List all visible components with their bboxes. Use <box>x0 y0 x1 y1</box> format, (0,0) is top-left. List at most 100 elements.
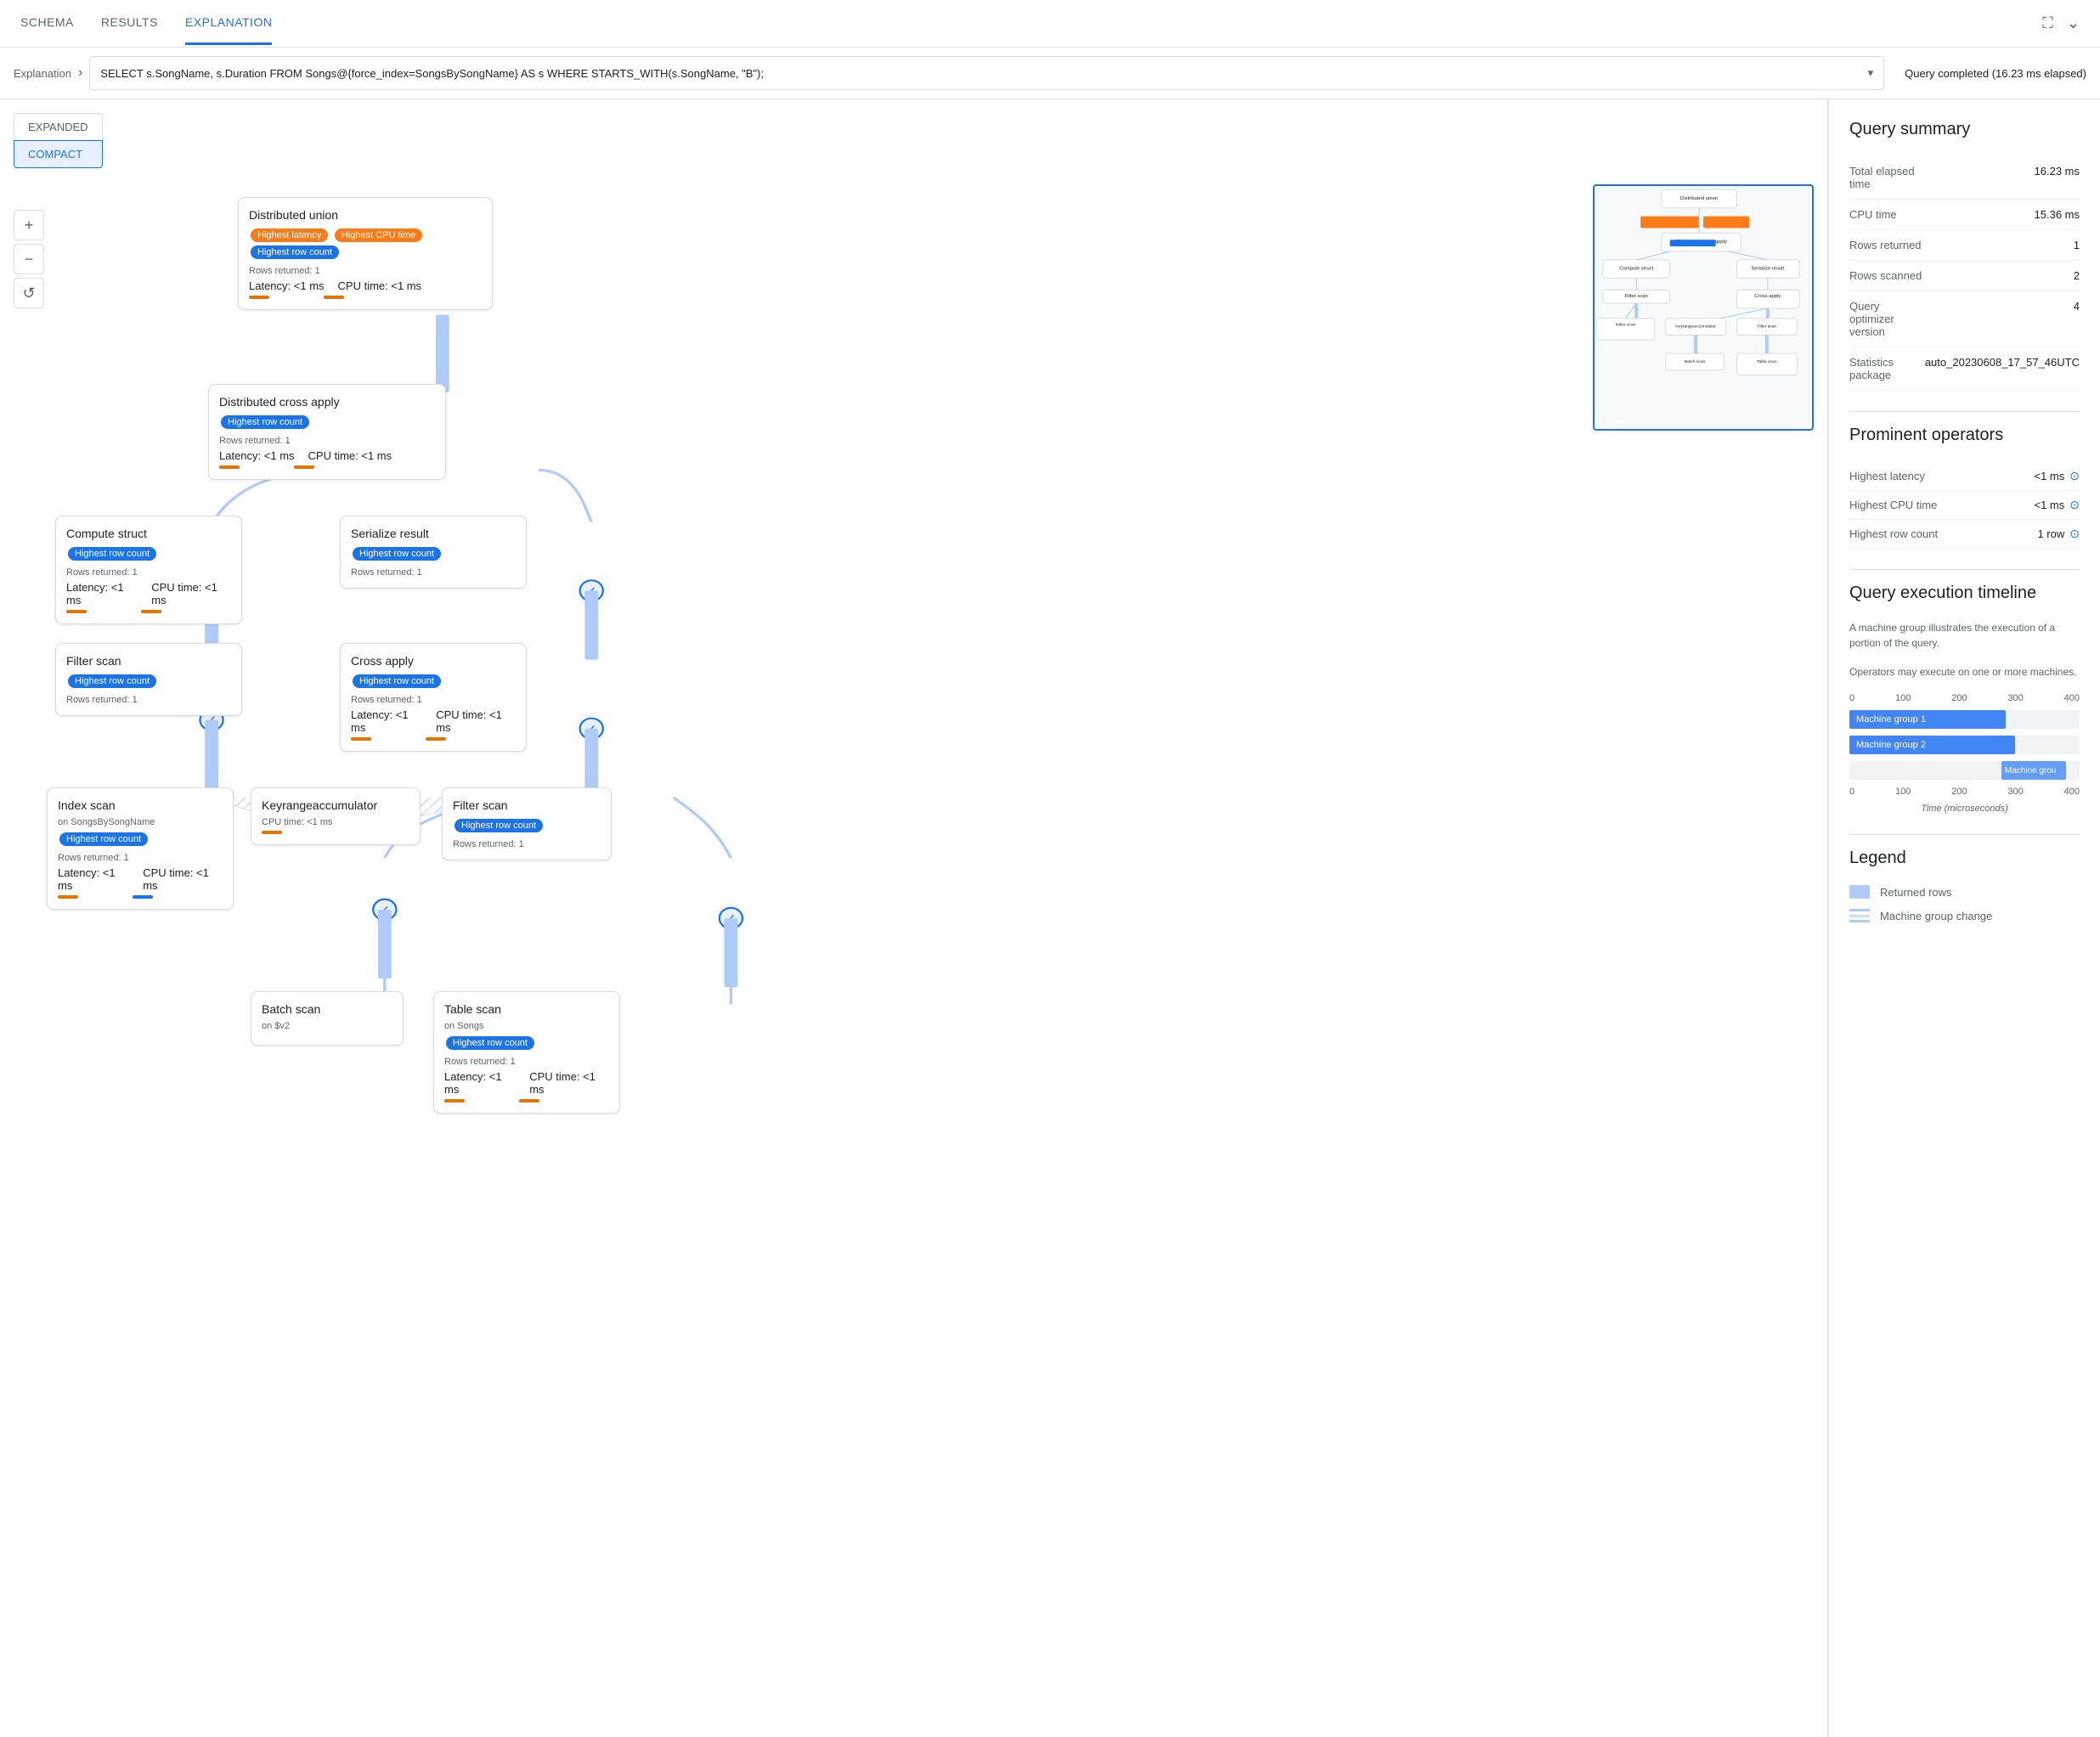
node-cpu: CPU time: <1 ms <box>262 817 409 827</box>
node-rows: Rows returned: 1 <box>351 567 516 578</box>
node-compute-struct[interactable]: Compute struct Highest row count Rows re… <box>55 516 242 624</box>
cpu-bar <box>519 1099 539 1103</box>
node-bars <box>444 1099 609 1103</box>
axis-200-bottom: 200 <box>1951 787 1967 797</box>
node-distributed-cross-apply[interactable]: Distributed cross apply Highest row coun… <box>208 384 446 480</box>
latency-label: Latency: <1 ms <box>249 279 325 292</box>
breadcrumb-arrow-icon: › <box>78 65 82 81</box>
minimap[interactable]: Distributed union Distributed cross appl… <box>1593 184 1814 431</box>
prominent-cpu-value: <1 ms <box>2035 499 2065 511</box>
node-filter-scan-2[interactable]: Filter scan Highest row count Rows retur… <box>442 787 612 860</box>
node-keyrangeaccumulator[interactable]: Keyrangeaccumulator CPU time: <1 ms <box>251 787 421 845</box>
svg-text:Filter scan: Filter scan <box>1625 294 1648 299</box>
legend-section: Legend Returned rows Machine group chang… <box>1849 849 2080 922</box>
summary-label: Statistics package <box>1849 347 1925 391</box>
node-distributed-union[interactable]: Distributed union Highest latency Highes… <box>238 197 493 310</box>
fullscreen-icon[interactable]: ⛶ <box>2042 14 2053 32</box>
axis-0: 0 <box>1849 693 1854 703</box>
summary-value: auto_20230608_17_57_46UTC <box>1925 347 2080 391</box>
timeline-desc-1: A machine group illustrates the executio… <box>1849 620 2080 651</box>
node-title: Index scan <box>58 798 223 812</box>
execution-timeline-section: Query execution timeline A machine group… <box>1849 584 2080 814</box>
svg-text:Serialize result: Serialize result <box>1751 267 1784 272</box>
latency-bar <box>444 1099 465 1103</box>
zoom-out-btn[interactable]: − <box>14 244 44 274</box>
prominent-latency-value: <1 ms <box>2035 470 2065 482</box>
compact-view-btn[interactable]: COMPACT <box>14 140 103 168</box>
node-title: Batch scan <box>262 1002 392 1016</box>
breadcrumb-link[interactable]: Explanation <box>14 67 71 80</box>
navigate-link-icon[interactable]: ⊙ <box>2069 469 2080 483</box>
expanded-view-btn[interactable]: EXPANDED <box>14 113 103 140</box>
badge-highest-latency: Highest latency <box>251 228 328 242</box>
summary-row-rows-scanned: Rows scanned 2 <box>1849 261 2080 291</box>
stripe-1 <box>1849 909 1870 911</box>
tab-explanation[interactable]: EXPLANATION <box>185 2 273 45</box>
prominent-row-cpu: Highest CPU time <1 ms ⊙ <box>1849 491 2080 520</box>
prominent-value: <1 ms ⊙ <box>2035 469 2080 483</box>
node-stat-row: Latency: <1 ms CPU time: <1 ms <box>58 866 223 892</box>
badge-highest-row: Highest row count <box>68 674 156 688</box>
node-serialize-result[interactable]: Serialize result Highest row count Rows … <box>340 516 527 589</box>
node-bars <box>262 831 409 834</box>
zoom-in-btn[interactable]: + <box>14 210 44 240</box>
badge-highest-row: Highest row count <box>59 832 148 846</box>
legend-title: Legend <box>1849 849 2080 868</box>
tab-schema[interactable]: SCHEMA <box>20 2 74 45</box>
node-subtitle: on SongsBySongName <box>58 817 223 827</box>
latency-label: Latency: <1 ms <box>351 708 422 734</box>
query-text: SELECT s.SongName, s.Duration FROM Songs… <box>100 67 1867 80</box>
timeline-bar-track-2: Machine group 2 <box>1849 736 2080 754</box>
node-index-scan[interactable]: Index scan on SongsBySongName Highest ro… <box>47 787 234 910</box>
axis-300: 300 <box>2007 693 2023 703</box>
diagram-canvas[interactable]: ✓ ✓ ✓ ✓ <box>0 99 1827 1737</box>
cpu-label: CPU time: <1 ms <box>151 581 231 606</box>
query-summary-title: Query summary <box>1849 120 2080 139</box>
summary-label: CPU time <box>1849 200 1925 230</box>
prominent-value: <1 ms ⊙ <box>2035 498 2080 512</box>
diagram-panel: EXPANDED COMPACT + − ↺ ✓ <box>0 99 1828 1737</box>
node-table-scan[interactable]: Table scan on Songs Highest row count Ro… <box>433 991 620 1114</box>
legend-rows-label: Returned rows <box>1880 886 1952 899</box>
cpu-label: CPU time: <1 ms <box>436 708 516 734</box>
axis-400-bottom: 400 <box>2064 787 2080 797</box>
node-stat-row: Latency: <1 ms CPU time: <1 ms <box>219 449 435 462</box>
tab-results[interactable]: RESULTS <box>101 2 158 45</box>
divider-2 <box>1849 569 2080 570</box>
cpu-label: CPU time: <1 ms <box>338 279 422 292</box>
navigate-link-icon[interactable]: ⊙ <box>2069 527 2080 541</box>
query-input[interactable]: SELECT s.SongName, s.Duration FROM Songs… <box>89 56 1884 90</box>
node-batch-scan[interactable]: Batch scan on $v2 <box>251 991 404 1046</box>
cpu-bar <box>262 831 282 834</box>
node-rows: Rows returned: 1 <box>453 839 601 849</box>
view-toggle: EXPANDED COMPACT <box>14 113 103 168</box>
node-title: Cross apply <box>351 654 516 668</box>
legend-item-rows: Returned rows <box>1849 885 2080 899</box>
latency-label: Latency: <1 ms <box>58 866 129 892</box>
latency-label: Latency: <1 ms <box>66 581 138 606</box>
latency-bar <box>219 465 240 469</box>
badge-highest-row: Highest row count <box>353 674 441 688</box>
navigate-link-icon[interactable]: ⊙ <box>2069 498 2080 512</box>
node-rows: Rows returned: 1 <box>249 266 482 276</box>
node-title: Distributed union <box>249 208 482 222</box>
badge-highest-row: Highest row count <box>68 547 156 561</box>
stripe-3 <box>1849 920 1870 922</box>
timeline-bottom-axis: 0 100 200 300 400 <box>1849 787 2080 797</box>
axis-100-bottom: 100 <box>1895 787 1911 797</box>
node-rows: Rows returned: 1 <box>58 853 223 863</box>
bar-label-3: Machine grou <box>2005 766 2057 775</box>
chevron-down-icon[interactable]: ⌄ <box>2067 14 2080 32</box>
summary-row-elapsed: Total elapsed time 16.23 ms <box>1849 156 2080 200</box>
timeline-bar-fill-1: Machine group 1 <box>1849 710 2006 729</box>
zoom-reset-btn[interactable]: ↺ <box>14 278 44 308</box>
axis-100: 100 <box>1895 693 1911 703</box>
zoom-controls: + − ↺ <box>14 210 44 308</box>
query-dropdown-icon: ▾ <box>1868 66 1874 80</box>
prominent-label: Highest CPU time <box>1849 499 1937 511</box>
summary-row-stats: Statistics package auto_20230608_17_57_4… <box>1849 347 2080 391</box>
node-cross-apply[interactable]: Cross apply Highest row count Rows retur… <box>340 643 527 752</box>
summary-row-rows-returned: Rows returned 1 <box>1849 230 2080 261</box>
node-filter-scan-1[interactable]: Filter scan Highest row count Rows retur… <box>55 643 242 716</box>
svg-text:✓: ✓ <box>725 912 737 926</box>
